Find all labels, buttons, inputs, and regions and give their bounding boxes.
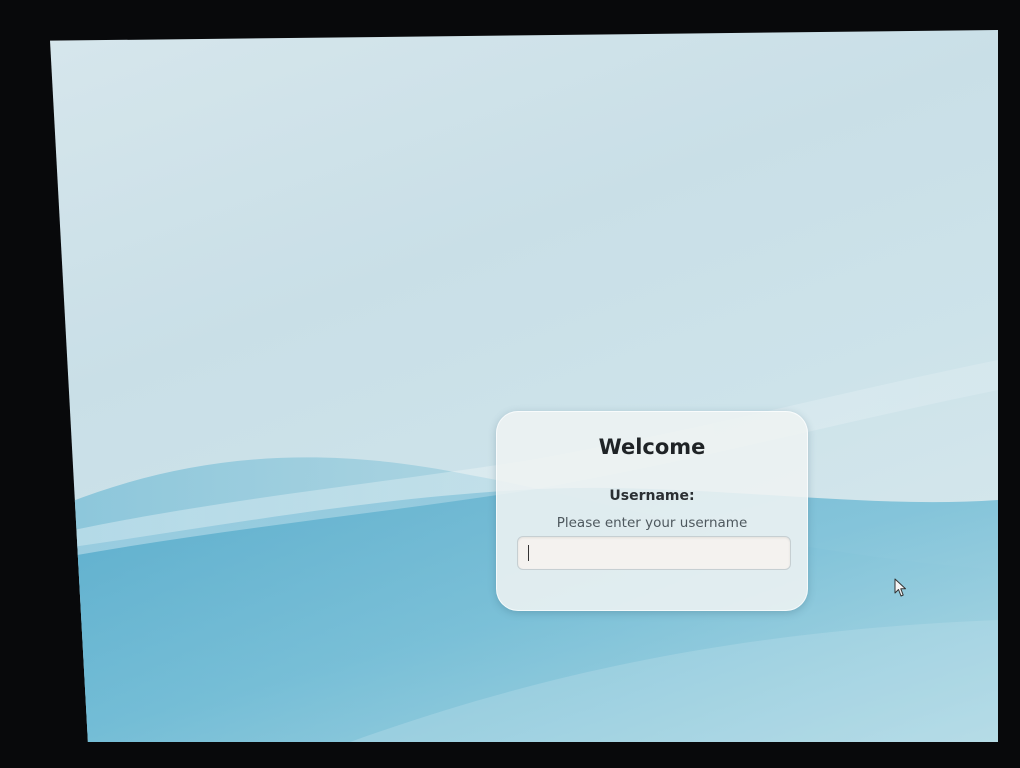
- username-input[interactable]: [517, 536, 791, 570]
- username-label: Username:: [609, 488, 695, 504]
- login-dialog: Welcome Username: Please enter your user…: [496, 411, 808, 611]
- wallpaper-waves: [50, 360, 998, 742]
- monitor-bezel: Welcome Username: Please enter your user…: [0, 0, 1020, 768]
- dialog-title: Welcome: [598, 435, 706, 459]
- mouse-pointer-icon: [894, 578, 906, 597]
- text-cursor: [528, 545, 529, 561]
- username-hint: Please enter your username: [556, 515, 748, 531]
- login-screen-wallpaper: [50, 30, 998, 742]
